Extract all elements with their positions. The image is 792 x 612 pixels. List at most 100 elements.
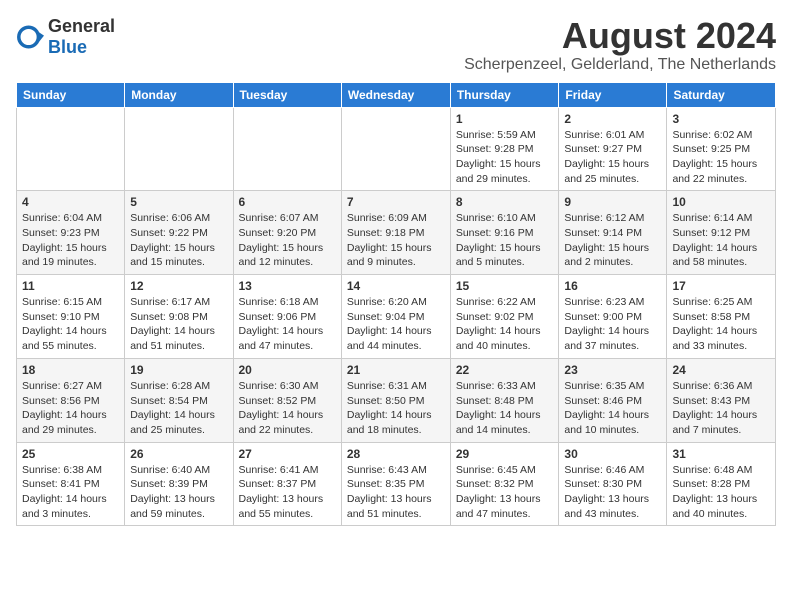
calendar-table: SundayMondayTuesdayWednesdayThursdayFrid… [16,82,776,527]
calendar-cell: 22 Sunrise: 6:33 AMSunset: 8:48 PMDayligh… [450,358,559,442]
day-info: Sunrise: 6:36 AMSunset: 8:43 PMDaylight:… [672,379,770,438]
calendar-cell [233,107,341,191]
calendar-cell: 10 Sunrise: 6:14 AMSunset: 9:12 PMDayligh… [667,191,776,275]
page-header: General Blue August 2024 Scherpenzeel, G… [16,16,776,74]
calendar-cell [17,107,125,191]
day-info: Sunrise: 6:27 AMSunset: 8:56 PMDaylight:… [22,379,119,438]
calendar-week-row: 1 Sunrise: 5:59 AMSunset: 9:28 PMDaylight… [17,107,776,191]
day-info: Sunrise: 6:40 AMSunset: 8:39 PMDaylight:… [130,463,227,522]
day-number: 12 [130,279,227,293]
day-info: Sunrise: 6:46 AMSunset: 8:30 PMDaylight:… [564,463,661,522]
calendar-day-header: Saturday [667,82,776,107]
calendar-day-header: Wednesday [341,82,450,107]
calendar-cell: 19 Sunrise: 6:28 AMSunset: 8:54 PMDayligh… [125,358,233,442]
calendar-cell: 28 Sunrise: 6:43 AMSunset: 8:35 PMDayligh… [341,442,450,526]
calendar-week-row: 4 Sunrise: 6:04 AMSunset: 9:23 PMDaylight… [17,191,776,275]
day-info: Sunrise: 6:01 AMSunset: 9:27 PMDaylight:… [564,128,661,187]
calendar-cell: 18 Sunrise: 6:27 AMSunset: 8:56 PMDayligh… [17,358,125,442]
calendar-cell: 12 Sunrise: 6:17 AMSunset: 9:08 PMDayligh… [125,275,233,359]
calendar-cell: 27 Sunrise: 6:41 AMSunset: 8:37 PMDayligh… [233,442,341,526]
day-number: 26 [130,447,227,461]
day-number: 19 [130,363,227,377]
calendar-day-header: Monday [125,82,233,107]
day-number: 10 [672,195,770,209]
day-number: 23 [564,363,661,377]
day-number: 27 [239,447,336,461]
calendar-cell: 13 Sunrise: 6:18 AMSunset: 9:06 PMDayligh… [233,275,341,359]
day-info: Sunrise: 6:04 AMSunset: 9:23 PMDaylight:… [22,211,119,270]
day-number: 1 [456,112,554,126]
calendar-cell: 15 Sunrise: 6:22 AMSunset: 9:02 PMDayligh… [450,275,559,359]
day-number: 31 [672,447,770,461]
day-info: Sunrise: 6:22 AMSunset: 9:02 PMDaylight:… [456,295,554,354]
day-info: Sunrise: 6:43 AMSunset: 8:35 PMDaylight:… [347,463,445,522]
day-info: Sunrise: 6:20 AMSunset: 9:04 PMDaylight:… [347,295,445,354]
day-number: 11 [22,279,119,293]
calendar-day-header: Friday [559,82,667,107]
calendar-header-row: SundayMondayTuesdayWednesdayThursdayFrid… [17,82,776,107]
calendar-cell: 4 Sunrise: 6:04 AMSunset: 9:23 PMDaylight… [17,191,125,275]
calendar-cell: 2 Sunrise: 6:01 AMSunset: 9:27 PMDaylight… [559,107,667,191]
day-number: 5 [130,195,227,209]
day-number: 22 [456,363,554,377]
day-info: Sunrise: 5:59 AMSunset: 9:28 PMDaylight:… [456,128,554,187]
day-number: 24 [672,363,770,377]
calendar-day-header: Sunday [17,82,125,107]
calendar-cell: 6 Sunrise: 6:07 AMSunset: 9:20 PMDaylight… [233,191,341,275]
calendar-cell: 14 Sunrise: 6:20 AMSunset: 9:04 PMDayligh… [341,275,450,359]
day-info: Sunrise: 6:06 AMSunset: 9:22 PMDaylight:… [130,211,227,270]
calendar-week-row: 25 Sunrise: 6:38 AMSunset: 8:41 PMDayligh… [17,442,776,526]
day-number: 13 [239,279,336,293]
day-number: 21 [347,363,445,377]
day-info: Sunrise: 6:02 AMSunset: 9:25 PMDaylight:… [672,128,770,187]
logo-blue: Blue [48,37,87,57]
day-number: 6 [239,195,336,209]
day-number: 2 [564,112,661,126]
title-block: August 2024 Scherpenzeel, Gelderland, Th… [464,16,776,74]
day-number: 30 [564,447,661,461]
day-info: Sunrise: 6:14 AMSunset: 9:12 PMDaylight:… [672,211,770,270]
day-number: 25 [22,447,119,461]
day-info: Sunrise: 6:48 AMSunset: 8:28 PMDaylight:… [672,463,770,522]
calendar-cell: 21Sunrise: 6:31 AMSunset: 8:50 PMDayligh… [341,358,450,442]
calendar-cell: 8Sunrise: 6:10 AMSunset: 9:16 PMDaylight… [450,191,559,275]
day-info: Sunrise: 6:35 AMSunset: 8:46 PMDaylight:… [564,379,661,438]
day-number: 3 [672,112,770,126]
day-info: Sunrise: 6:18 AMSunset: 9:06 PMDaylight:… [239,295,336,354]
day-number: 8 [456,195,554,209]
calendar-cell: 25 Sunrise: 6:38 AMSunset: 8:41 PMDayligh… [17,442,125,526]
day-number: 18 [22,363,119,377]
day-number: 14 [347,279,445,293]
logo: General Blue [16,16,115,58]
day-info: Sunrise: 6:45 AMSunset: 8:32 PMDaylight:… [456,463,554,522]
day-info: Sunrise: 6:15 AMSunset: 9:10 PMDaylight:… [22,295,119,354]
calendar-cell: 30 Sunrise: 6:46 AMSunset: 8:30 PMDayligh… [559,442,667,526]
logo-icon [16,23,44,51]
day-info: Sunrise: 6:28 AMSunset: 8:54 PMDaylight:… [130,379,227,438]
main-title: August 2024 [464,16,776,56]
day-number: 29 [456,447,554,461]
day-info: Sunrise: 6:30 AMSunset: 8:52 PMDaylight:… [239,379,336,438]
calendar-week-row: 11 Sunrise: 6:15 AMSunset: 9:10 PMDayligh… [17,275,776,359]
logo-text: General Blue [48,16,115,58]
calendar-cell: 24 Sunrise: 6:36 AMSunset: 8:43 PMDayligh… [667,358,776,442]
logo-general: General [48,16,115,36]
day-info: Sunrise: 6:07 AMSunset: 9:20 PMDaylight:… [239,211,336,270]
calendar-cell: 9Sunrise: 6:12 AMSunset: 9:14 PMDaylight… [559,191,667,275]
calendar-cell: 29 Sunrise: 6:45 AMSunset: 8:32 PMDayligh… [450,442,559,526]
day-info: Sunrise: 6:41 AMSunset: 8:37 PMDaylight:… [239,463,336,522]
day-number: 7 [347,195,445,209]
calendar-cell [125,107,233,191]
calendar-cell: 20Sunrise: 6:30 AMSunset: 8:52 PMDayligh… [233,358,341,442]
day-number: 16 [564,279,661,293]
day-info: Sunrise: 6:23 AMSunset: 9:00 PMDaylight:… [564,295,661,354]
day-info: Sunrise: 6:38 AMSunset: 8:41 PMDaylight:… [22,463,119,522]
day-number: 15 [456,279,554,293]
day-info: Sunrise: 6:33 AMSunset: 8:48 PMDaylight:… [456,379,554,438]
day-info: Sunrise: 6:25 AMSunset: 8:58 PMDaylight:… [672,295,770,354]
day-number: 4 [22,195,119,209]
day-number: 28 [347,447,445,461]
calendar-cell: 1 Sunrise: 5:59 AMSunset: 9:28 PMDaylight… [450,107,559,191]
calendar-cell: 3 Sunrise: 6:02 AMSunset: 9:25 PMDaylight… [667,107,776,191]
day-info: Sunrise: 6:17 AMSunset: 9:08 PMDaylight:… [130,295,227,354]
